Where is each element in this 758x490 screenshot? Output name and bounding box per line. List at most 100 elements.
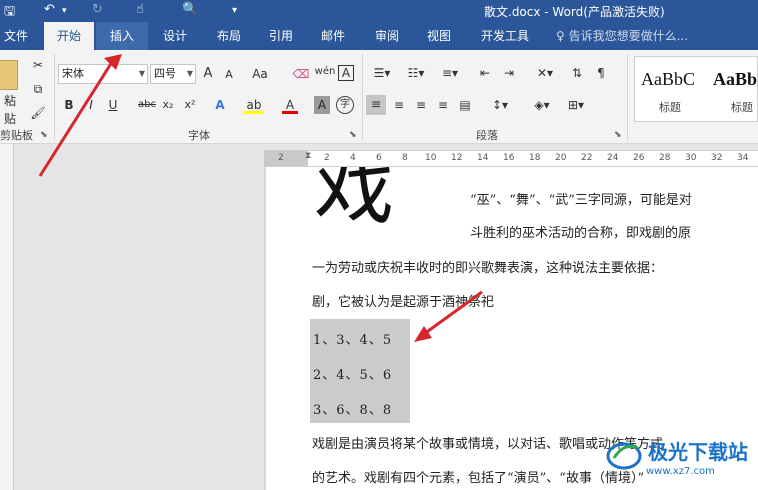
sort-icon[interactable]: ⇅ [568,64,586,82]
font-name-value: 宋体 [62,67,84,80]
grow-font-button[interactable]: A [200,65,216,83]
ruler-tick: 26 [633,153,645,163]
print-preview-icon[interactable]: 🔍 [182,2,198,17]
align-center-icon[interactable]: ≡ [390,96,408,114]
highlight-button[interactable]: ab [244,96,264,114]
horizontal-ruler: 2 ⧗ 2 4 6 8 10 12 14 16 18 20 22 24 26 2… [264,150,758,167]
ruler-tick: 32 [711,153,723,163]
ruler-tick: 18 [529,153,541,163]
ruler-tick: 12 [451,153,463,163]
font-launcher-icon[interactable]: ⬊ [349,130,357,140]
tab-insert[interactable]: 插入 [96,22,148,50]
justify-icon[interactable]: ≡ [434,96,452,114]
ruler-tick: 4 [350,153,356,163]
redo-icon[interactable]: ↻ [92,2,103,17]
chinese-layout-icon[interactable]: ✕▾ [532,64,558,82]
tab-references[interactable]: 引用 [258,22,304,50]
navigation-pane-edge [0,144,14,490]
paste-icon[interactable] [0,60,18,90]
distributed-icon[interactable]: ▤ [456,96,474,114]
ruler-tick: 22 [581,153,593,163]
decrease-indent-icon[interactable]: ⇤ [476,64,494,82]
indent-marker-icon[interactable]: ⧗ [305,151,311,161]
save-icon[interactable]: 🖫 [4,2,15,24]
style-heading1-sample[interactable]: AaBb [713,69,757,90]
font-color-button[interactable]: A [282,96,298,114]
change-case-button[interactable]: Aa [248,65,272,83]
window-title: 散文.docx - Word(产品激活失败) [484,5,665,19]
strikethrough-button[interactable]: abc [136,96,158,114]
line-spacing-icon[interactable]: ↕▾ [486,96,514,114]
group-separator [627,54,628,140]
tab-home[interactable]: 开始 [44,22,94,50]
clear-format-icon[interactable]: ⌫ [292,65,310,83]
character-shading-button[interactable]: A [314,96,330,114]
customize-qat-icon[interactable]: ▾ [232,5,237,16]
ruler-tick: 10 [425,153,437,163]
tab-developer[interactable]: 开发工具 [472,22,538,50]
undo-dropdown-icon[interactable]: ▾ [62,6,67,16]
paragraph-line: “巫”、“舞”、“武”三字同源，可能是对 [470,193,692,208]
clipboard-launcher-icon[interactable]: ⬊ [40,130,48,140]
ruler-tick: 6 [376,153,382,163]
drop-cap: 戏 [314,167,394,235]
shaded-list-line: 1、3、4、5 [313,333,393,348]
clipboard-group-label: 剪贴板 [0,129,33,142]
touch-mode-icon[interactable]: ☝ [136,2,144,17]
tell-me-search[interactable]: ♀ 告诉我您想要做什么... [556,22,688,50]
paragraph-group-label: 段落 [476,129,498,142]
superscript-button[interactable]: x² [182,96,198,114]
increase-indent-icon[interactable]: ⇥ [500,64,518,82]
font-size-value: 四号 [154,67,176,80]
cut-icon[interactable]: ✂ [30,56,46,74]
tab-file[interactable]: 文件 [0,22,32,50]
italic-button[interactable]: I [84,96,98,114]
copy-icon[interactable]: ⧉ [30,80,46,98]
tab-layout[interactable]: 布局 [206,22,252,50]
bold-button[interactable]: B [62,96,76,114]
character-border-button[interactable]: A [338,65,354,81]
chevron-down-icon: ▼ [138,69,145,78]
tab-review[interactable]: 审阅 [364,22,410,50]
paragraph-launcher-icon[interactable]: ⬊ [614,130,622,140]
style-heading-sample[interactable]: AaBbC [641,69,695,90]
paragraph-line: 的艺术。戏剧有四个元素，包括了“演员”、“故事（情境）” [312,471,645,486]
tab-mailings[interactable]: 邮件 [310,22,356,50]
ruler-tick: 2 [278,153,284,163]
bullets-icon[interactable]: ☰▾ [368,64,396,82]
show-marks-icon[interactable]: ¶ [592,64,610,82]
underline-button[interactable]: U [106,96,120,114]
ruler-tick: 8 [402,153,408,163]
watermark-text: 极光下载站 [648,440,748,464]
ruler-left-margin [264,151,308,166]
multilevel-list-icon[interactable]: ≡▾ [436,64,464,82]
ribbon-home: 粘贴 ✂ ⧉ 🖌 剪贴板 ⬊ 宋体 ▼ 四号 ▼ A A Aa ⌫ wén A … [0,50,758,144]
ruler-tick: 34 [737,153,749,163]
borders-icon[interactable]: ⊞▾ [562,96,590,114]
shaded-list-line: 2、4、5、6 [313,368,393,383]
undo-icon[interactable]: ↶ [44,2,55,17]
numbering-icon[interactable]: ☷▾ [402,64,430,82]
align-left-icon[interactable]: ≡ [366,95,386,115]
align-right-icon[interactable]: ≡ [412,96,430,114]
ruler-tick: 14 [477,153,489,163]
paragraph-line: 一为劳动或庆祝丰收时的即兴歌舞表演，这种说法主要依据： [312,261,664,276]
paste-button[interactable]: 粘贴 [0,92,20,126]
shading-icon[interactable]: ◈▾ [528,96,556,114]
ruler-tick: 2 [324,153,330,163]
text-effect-button[interactable]: A [212,96,228,114]
font-name-select[interactable]: 宋体 ▼ [58,64,148,84]
style-heading1-name: 标题 [731,101,753,114]
font-group-label: 字体 [188,129,210,142]
tab-design[interactable]: 设计 [152,22,198,50]
ruler-tick: 20 [555,153,567,163]
enclose-characters-button[interactable]: 字 [336,96,354,114]
group-separator [54,54,55,140]
shrink-font-button[interactable]: A [222,66,236,84]
tab-view[interactable]: 视图 [416,22,462,50]
chevron-down-icon: ▼ [186,69,193,78]
subscript-button[interactable]: x₂ [160,96,176,114]
format-painter-icon[interactable]: 🖌 [30,104,46,122]
font-size-select[interactable]: 四号 ▼ [150,64,196,84]
phonetic-guide-button[interactable]: wén [314,63,336,81]
